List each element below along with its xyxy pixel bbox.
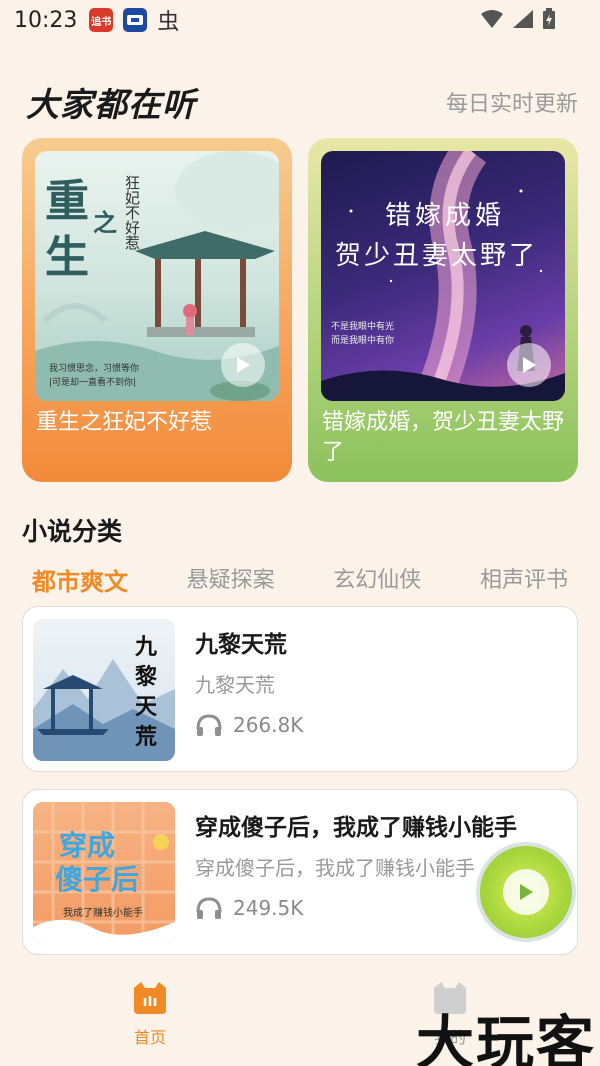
- ticket-app-icon: [123, 8, 148, 32]
- play-button[interactable]: [221, 343, 265, 387]
- mini-player-play-button[interactable]: [503, 869, 549, 915]
- cover-char-3: 天: [135, 695, 158, 720]
- bug-icon: 虫: [157, 10, 180, 35]
- battery-icon: [543, 8, 555, 29]
- cover-caption-2: |可是却一直看不到你|: [49, 378, 137, 388]
- tab-mystery[interactable]: 悬疑探案: [177, 558, 285, 601]
- cover-title-2: 傻子后: [55, 863, 140, 896]
- play-icon: [523, 357, 536, 373]
- cover-note-2: 而是我眼中有你: [331, 336, 395, 346]
- cover-caption: 我习惯思念，习惯等你: [49, 364, 140, 374]
- featured-card-1[interactable]: 重 生 之 狂妃不好惹 我习惯思念，习惯等你 |可是却一直看不到你| 重生之狂妃…: [22, 138, 292, 482]
- status-indicators: [480, 8, 556, 30]
- play-count: 266.8K: [233, 713, 304, 737]
- nav-home[interactable]: 首页: [90, 980, 210, 1048]
- book-cover-1: 九 黎 天 荒: [33, 619, 175, 761]
- cover-line-2: 贺少丑妻太野了: [335, 241, 539, 271]
- cover-note-1: 不是我眼中有光: [331, 322, 395, 332]
- cover-side-text: 狂妃不好惹: [123, 175, 141, 250]
- cover-tagline: 我成了赚钱小能手: [63, 908, 143, 919]
- nav-home-label: 首页: [133, 1028, 166, 1047]
- book-card-1[interactable]: 九 黎 天 荒 九黎天荒 九黎天荒 266.8K: [22, 606, 578, 772]
- book-title: 穿成傻子后，我成了赚钱小能手: [195, 815, 517, 841]
- play-button[interactable]: [507, 343, 551, 387]
- featured-cover-2: 错嫁成婚 贺少丑妻太野了 不是我眼中有光 而是我眼中有你: [321, 151, 565, 401]
- cover-char-2: 黎: [135, 665, 158, 690]
- tab-fantasy[interactable]: 玄幻仙侠: [323, 558, 431, 601]
- wifi-icon: [481, 10, 503, 28]
- book-plays: 266.8K: [195, 713, 303, 737]
- featured-card-2[interactable]: 错嫁成婚 贺少丑妻太野了 不是我眼中有光 而是我眼中有你 错嫁成婚，贺少丑妻太野…: [308, 138, 578, 482]
- cover-char-1: 九: [135, 635, 158, 660]
- signal-icon: [513, 10, 533, 28]
- book-title: 九黎天荒: [195, 632, 287, 658]
- play-icon: [520, 884, 533, 900]
- cover-small-char: 之: [93, 209, 117, 237]
- trending-header: 大家都在听 每日实时更新: [26, 78, 578, 126]
- category-tabs: 都市爽文 悬疑探案 玄幻仙侠 相声评书: [22, 558, 578, 601]
- cover-line-1: 错嫁成婚: [385, 201, 506, 231]
- headphones-icon: [196, 714, 222, 736]
- section-subtitle: 每日实时更新: [445, 92, 578, 117]
- category-title: 小说分类: [22, 517, 123, 546]
- zhuishu-app-icon: 追书: [89, 8, 114, 32]
- watermark-text: 大玩客: [416, 1009, 597, 1066]
- book-author: 九黎天荒: [195, 673, 275, 697]
- mini-player[interactable]: [476, 842, 576, 942]
- featured-cover-1: 重 生 之 狂妃不好惹 我习惯思念，习惯等你 |可是却一直看不到你|: [35, 151, 279, 401]
- featured-title-2: 错嫁成婚，贺少丑妻太野了: [322, 410, 565, 465]
- tab-urban[interactable]: 都市爽文: [22, 558, 138, 601]
- cover-big-char: 重: [45, 176, 89, 227]
- status-bar: 10:23 追书 虫: [0, 0, 600, 40]
- cover-big-char-2: 生: [45, 232, 89, 283]
- cover-char-4: 荒: [135, 725, 158, 750]
- book-cover-2: 穿成 傻子后 我成了赚钱小能手: [33, 802, 175, 944]
- play-count: 249.5K: [233, 896, 304, 920]
- tab-crosstalk[interactable]: 相声评书: [470, 558, 578, 601]
- status-time: 10:23: [14, 7, 78, 33]
- section-title: 大家都在听: [26, 85, 196, 124]
- headphones-icon: [196, 897, 222, 919]
- book-plays: 249.5K: [195, 896, 303, 920]
- play-icon: [237, 357, 250, 373]
- cat-home-icon: [134, 982, 166, 1014]
- featured-title-1: 重生之狂妃不好惹: [36, 410, 213, 435]
